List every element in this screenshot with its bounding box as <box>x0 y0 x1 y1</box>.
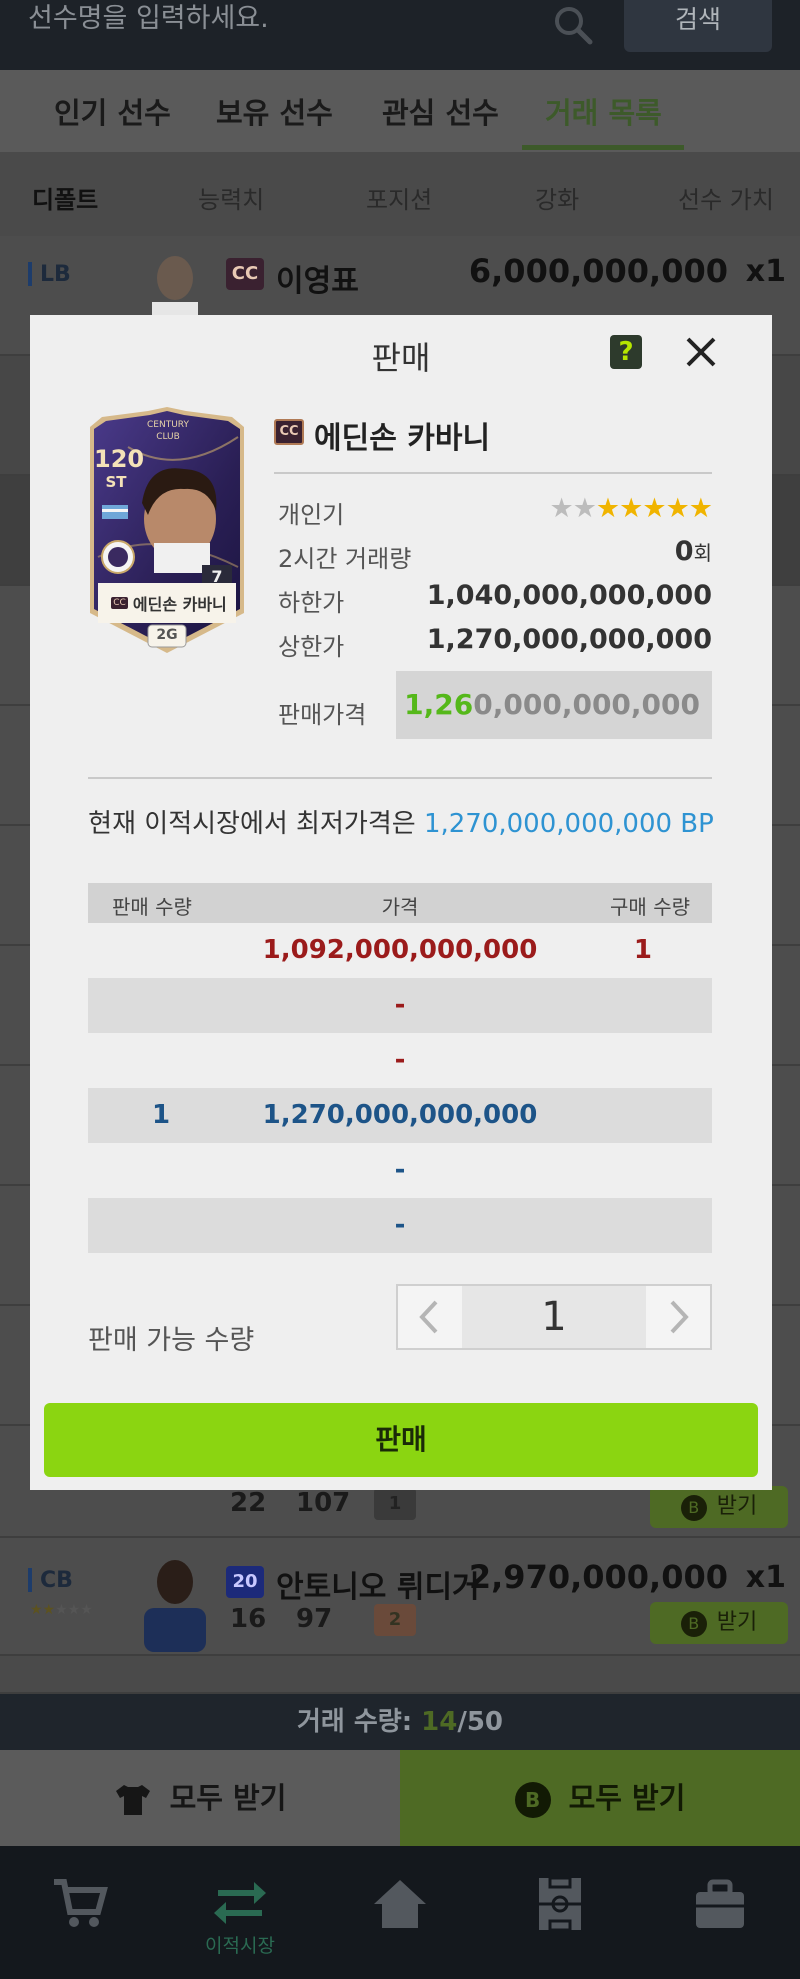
help-icon[interactable]: ? <box>610 335 642 369</box>
order-book-row: - <box>88 1033 712 1088</box>
price-cell: 1,270,000,000,000 <box>262 1100 538 1130</box>
card-player-name: 에딘손 카바니 <box>132 595 227 614</box>
price-cell: 1,092,000,000,000 <box>262 935 538 965</box>
sell-button[interactable]: 판매 <box>44 1403 758 1477</box>
volume-unit: 회 <box>693 541 712 565</box>
card-number: 7 <box>211 567 223 586</box>
player-card-art <box>90 407 244 653</box>
lower-limit-value: 1,040,000,000,000 <box>426 580 712 611</box>
player-name: 에딘손 카바니 <box>314 421 491 456</box>
chevron-right-icon <box>670 1300 689 1334</box>
lowest-price-value: 1,270,000,000,000 <box>423 809 673 839</box>
card-season-badge: CC <box>111 597 128 609</box>
lowest-price-notice: 현재 이적시장에서 최저가격은 1,270,000,000,000 BP <box>30 803 772 840</box>
star-empty-icon: ★ <box>549 493 573 524</box>
lowest-price-prefix: 현재 이적시장에서 최저가격은 <box>88 809 424 839</box>
sell-price-rest: 0,000,000,000 <box>473 688 700 721</box>
card-position: ST <box>105 473 127 491</box>
order-book-row: 1,092,000,000,000 1 <box>88 923 712 978</box>
card-club-text: CENTURY CLUB <box>147 420 189 442</box>
price-cell: - <box>394 990 406 1020</box>
close-icon[interactable] <box>680 331 722 373</box>
star-filled-icon: ★ <box>619 493 643 524</box>
lower-limit-label: 하한가 <box>278 589 345 617</box>
increase-button[interactable] <box>646 1286 710 1348</box>
card-name-plate: CC 에딘손 카바니 <box>102 591 236 615</box>
volume-label: 2시간 거래량 <box>278 545 412 573</box>
buy-qty-cell: 1 <box>633 935 652 965</box>
decrease-button[interactable] <box>398 1286 462 1348</box>
header-buy-qty: 구매 수량 <box>610 895 690 919</box>
order-book-row: - <box>88 1143 712 1198</box>
divider <box>88 777 712 779</box>
dialog-title: 판매 <box>371 339 431 377</box>
star-filled-icon: ★ <box>688 493 713 524</box>
star-filled-icon: ★ <box>595 493 620 524</box>
price-cell: - <box>394 1045 406 1075</box>
player-card: 120 ST CENTURY CLUB 7 CC 에딘손 카바니 2G <box>88 407 246 653</box>
card-level-badge: 2G <box>156 627 178 643</box>
player-header: CC 에딘손 카바니 <box>274 407 744 467</box>
sell-price-label: 판매가격 <box>278 701 367 729</box>
quantity-stepper: 1 <box>396 1284 712 1350</box>
star-filled-icon: ★ <box>665 493 690 524</box>
upper-limit-label: 상한가 <box>278 633 345 661</box>
star-empty-icon: ★ <box>572 493 597 524</box>
lowest-price-suffix: BP <box>672 809 714 839</box>
order-book-row: - <box>88 978 712 1033</box>
dialog-header: 판매 ? <box>30 315 772 389</box>
available-qty-label: 판매 가능 수량 <box>88 1325 255 1356</box>
sell-price-typed: 1,26 <box>404 688 474 721</box>
order-book-row: 1 1,270,000,000,000 <box>88 1088 712 1143</box>
price-cell: - <box>394 1155 406 1185</box>
divider <box>274 472 712 474</box>
sell-dialog: 판매 ? 120 ST CENTURY CLUB 7 CC 에딘손 카바니 2G… <box>30 315 772 1490</box>
order-book-header: 판매 수량 가격 구매 수량 <box>88 883 712 923</box>
chevron-left-icon <box>419 1300 438 1334</box>
popularity-stars: ★★★★★★★ <box>549 493 713 524</box>
volume-number: 0 <box>674 536 694 567</box>
upper-limit-value: 1,270,000,000,000 <box>426 624 712 655</box>
popularity-label: 개인기 <box>278 501 345 529</box>
volume-value: 0회 <box>675 536 712 567</box>
price-cell: - <box>394 1210 406 1240</box>
season-badge: CC <box>274 419 304 445</box>
sell-price-input[interactable]: 1,260,000,000,000 <box>396 671 712 739</box>
order-book-row: - <box>88 1198 712 1253</box>
card-ovr: 120 <box>94 445 145 473</box>
quantity-value: 1 <box>541 1294 567 1340</box>
star-filled-icon: ★ <box>642 493 666 524</box>
